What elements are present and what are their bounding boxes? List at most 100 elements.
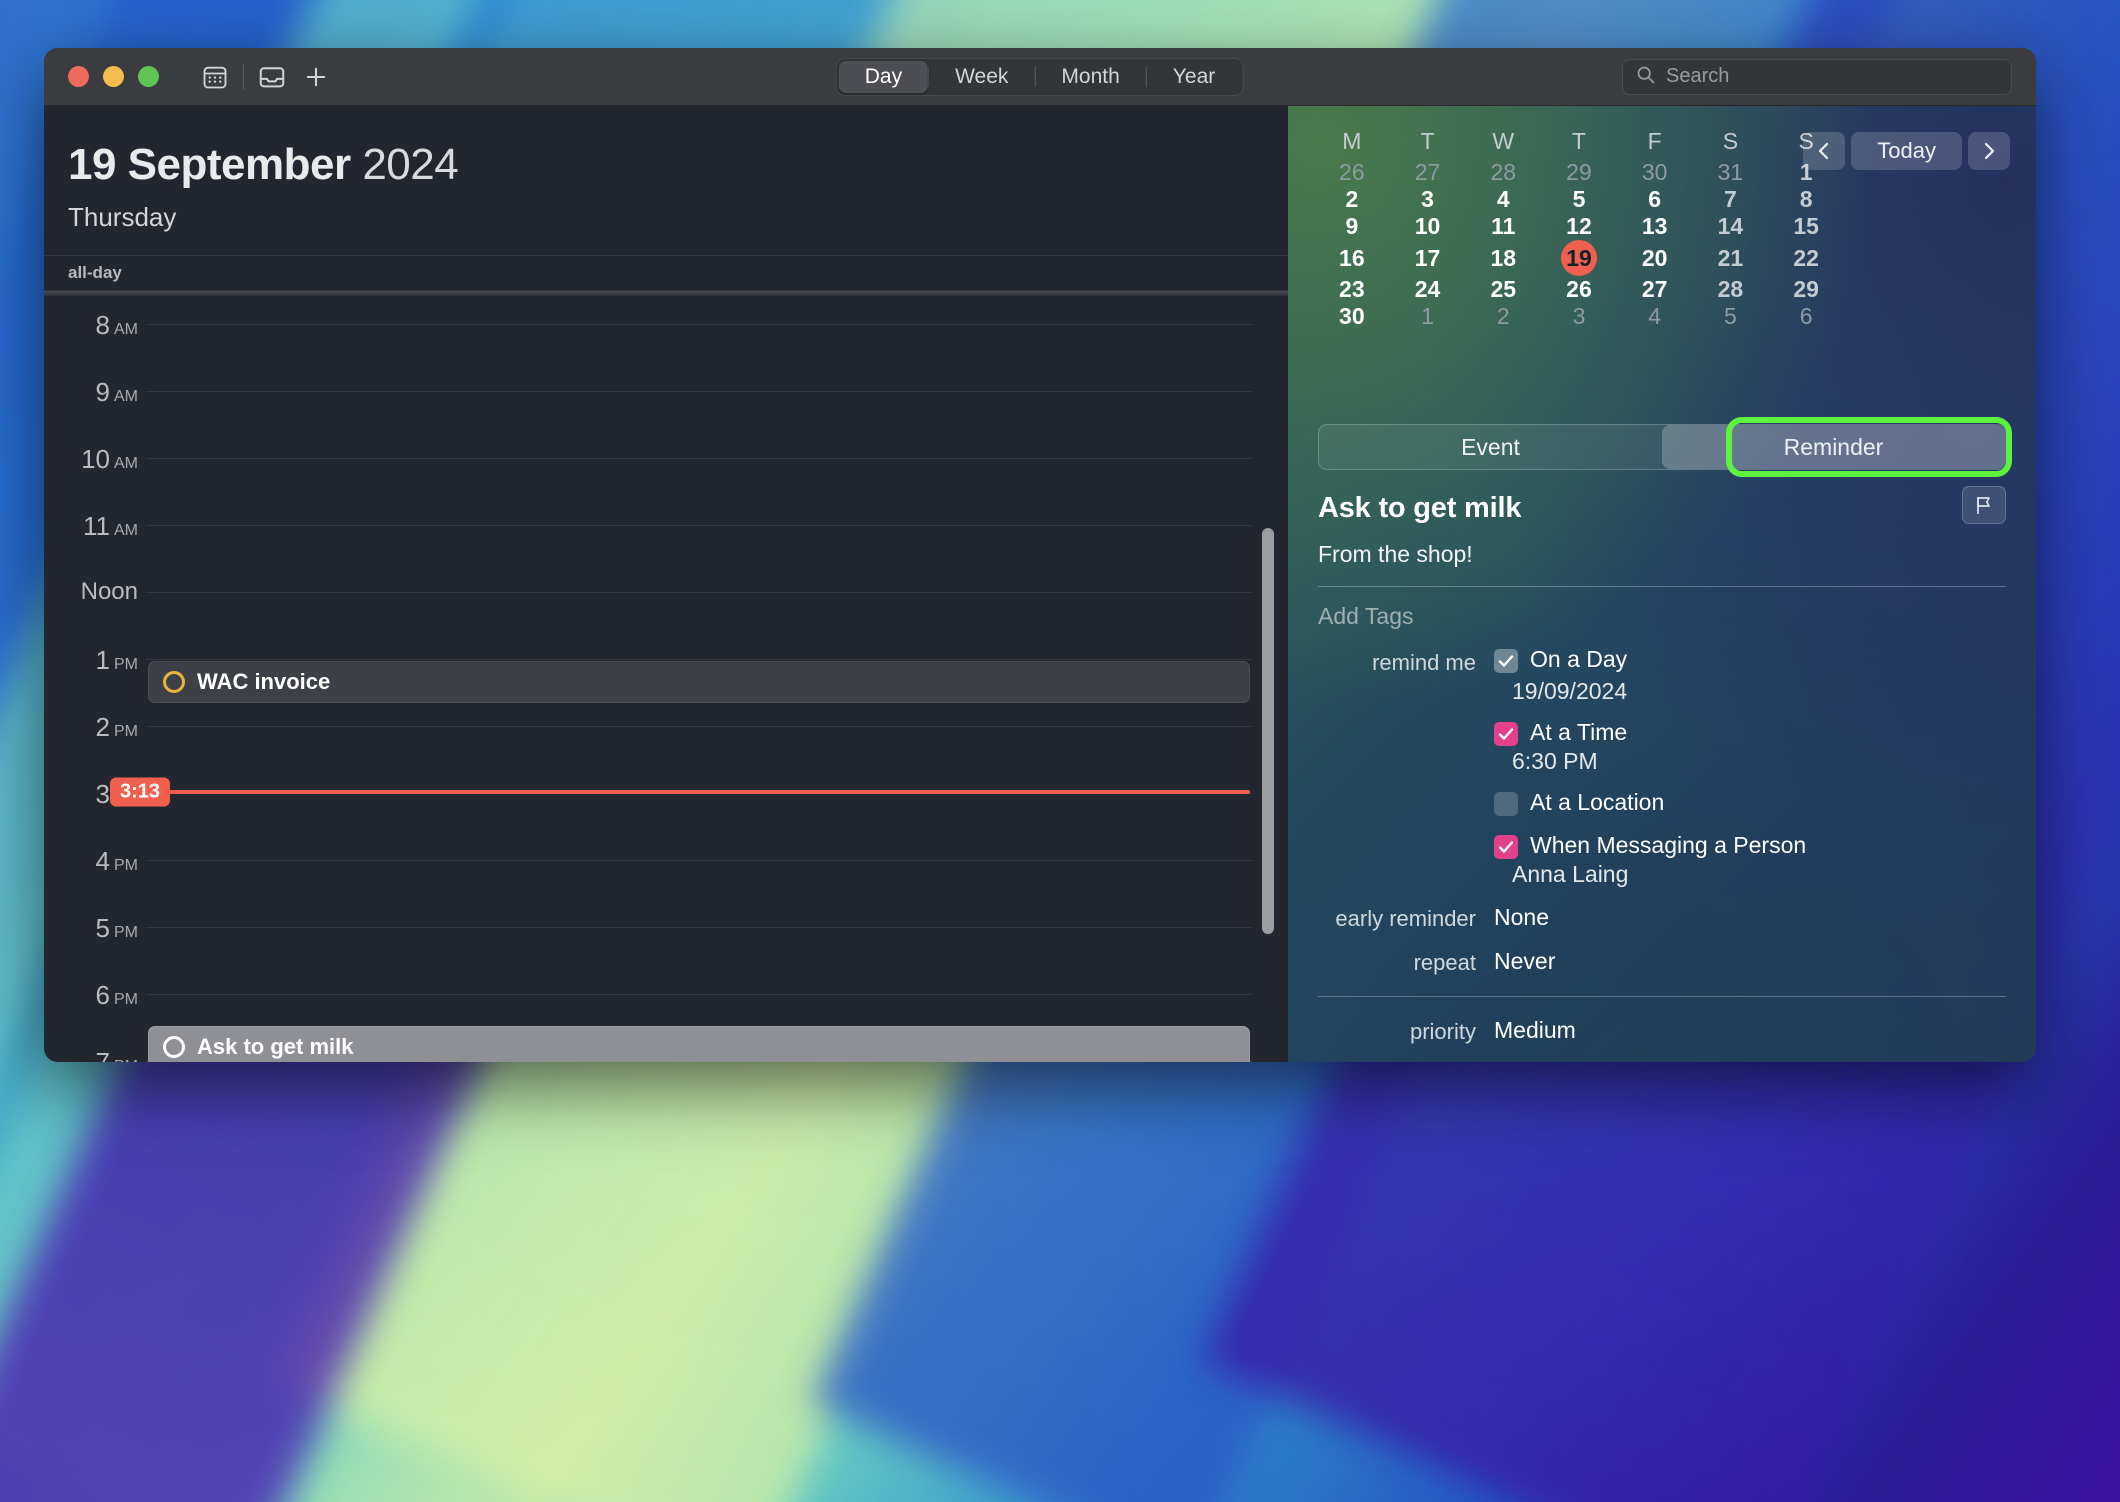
mini-calendar-day[interactable]: 5 [1541,186,1617,213]
remind-on-a-day-date[interactable]: 19/09/2024 [1318,678,2006,705]
hour-row[interactable]: 10 AM [44,444,1288,525]
event-reminder-toggle[interactable]: Event Reminder [1318,424,2006,470]
remind-on-a-day[interactable]: On a Day [1494,646,1627,673]
mini-calendar-day[interactable]: 15 [1768,213,1844,240]
mini-calendar-day[interactable]: 4 [1465,186,1541,213]
mini-calendar-day[interactable]: 6 [1768,303,1844,330]
tab-year[interactable]: Year [1147,61,1241,93]
early-reminder-value[interactable]: None [1494,902,1549,931]
event-ask-to-get-milk[interactable]: Ask to get milk [148,1026,1250,1062]
mini-calendar-day[interactable]: 1 [1390,303,1466,330]
hour-row[interactable]: Noon [44,578,1288,659]
vertical-scrollbar[interactable] [1262,528,1274,935]
mini-calendar-day[interactable]: 12 [1541,213,1617,240]
mini-calendar-day[interactable]: 17 [1390,240,1466,276]
mini-calendar-day[interactable]: 8 [1768,186,1844,213]
mini-calendar-day[interactable]: 27 [1617,276,1693,303]
mini-calendar-day[interactable]: 23 [1314,276,1390,303]
mini-calendar-day[interactable]: 28 [1465,159,1541,186]
mini-calendar-day[interactable]: 5 [1693,303,1769,330]
hour-row[interactable]: 4 PM [44,846,1288,927]
mini-calendar-day[interactable]: 22 [1768,240,1844,276]
mini-calendar-day[interactable]: 31 [1693,159,1769,186]
checkbox-at-a-location[interactable] [1494,792,1518,816]
hour-label: Noon [80,578,138,606]
toggle-reminder[interactable]: Reminder [1662,425,2005,469]
mini-calendar-day[interactable]: 2 [1314,186,1390,213]
mini-calendar-day[interactable]: 18 [1465,240,1541,276]
toggle-event[interactable]: Event [1319,425,1662,469]
view-segmented-control[interactable]: Day Week Month Year [835,57,1245,96]
tab-day[interactable]: Day [838,60,929,93]
checkbox-at-a-time[interactable] [1494,722,1518,746]
hour-row[interactable]: 5 PM [44,913,1288,994]
mini-calendar-day[interactable]: 24 [1390,276,1466,303]
mini-calendar-day-today[interactable]: 19 [1541,240,1617,276]
mini-calendar-day[interactable]: 29 [1768,276,1844,303]
mini-calendar-day[interactable]: 21 [1693,240,1769,276]
tab-month[interactable]: Month [1035,61,1145,93]
close-button[interactable] [68,66,89,87]
repeat-value[interactable]: Never [1494,946,1555,975]
mini-calendar-weekday: T [1571,128,1586,154]
mini-calendar-day[interactable]: 26 [1541,276,1617,303]
hour-row[interactable]: 2 PM [44,712,1288,793]
mini-calendar-day[interactable]: 2 [1465,303,1541,330]
chevron-right-icon[interactable] [1968,132,2010,170]
mini-calendar-day[interactable]: 26 [1314,159,1390,186]
remind-at-a-time-value[interactable]: 6:30 PM [1318,748,2006,775]
mini-calendar-day[interactable]: 20 [1617,240,1693,276]
remind-at-a-location[interactable]: At a Location [1494,789,1664,816]
hour-row[interactable]: 3PM [44,779,1288,860]
hour-label: 1 PM [95,645,138,676]
mini-calendar-day[interactable]: 11 [1465,213,1541,240]
remind-when-messaging-a-person[interactable]: When Messaging a Person [1494,832,1806,859]
today-button[interactable]: Today [1851,132,1962,170]
mini-calendar-day[interactable]: 9 [1314,213,1390,240]
remind-at-a-time[interactable]: At a Time [1494,719,1627,746]
mini-calendar-day[interactable]: 29 [1541,159,1617,186]
inbox-icon[interactable] [250,57,294,97]
mini-calendar-day[interactable]: 30 [1617,159,1693,186]
minimize-button[interactable] [103,66,124,87]
zoom-button[interactable] [138,66,159,87]
mini-calendar-day[interactable]: 7 [1693,186,1769,213]
mini-calendar-day[interactable]: 3 [1541,303,1617,330]
add-tags-field[interactable]: Add Tags [1318,587,2006,646]
mini-calendar-day[interactable]: 6 [1617,186,1693,213]
mini-calendar-day[interactable]: 27 [1390,159,1466,186]
hour-grid[interactable]: 8AM9AM10AM11AMNoon1PM2PM3PM4PM5PM6PM7PM … [44,296,1288,1062]
mini-calendar-day[interactable]: 10 [1390,213,1466,240]
chevron-left-icon[interactable] [1803,132,1846,170]
search-field[interactable]: Search [1622,58,2012,95]
all-day-row[interactable]: all-day [44,255,1288,292]
remind-at-a-location-row: At a Location [1318,789,2006,816]
event-status-circle[interactable] [163,1036,185,1059]
checkbox-on-a-day[interactable] [1494,649,1518,673]
event-status-circle[interactable] [163,671,185,694]
mini-calendar-day[interactable]: 4 [1617,303,1693,330]
add-icon[interactable] [294,57,338,97]
event-wac-invoice[interactable]: WAC invoice [148,661,1250,704]
mini-calendar-day[interactable]: 28 [1693,276,1769,303]
hour-row[interactable]: 9 AM [44,377,1288,458]
flag-icon[interactable] [1962,486,2006,524]
calendar-icon[interactable] [193,57,237,97]
list-value-wrapper[interactable]: Reminders [1494,1059,1632,1062]
reminder-title[interactable]: Ask to get milk [1318,492,2006,525]
mini-calendar-day[interactable]: 3 [1390,186,1466,213]
reminder-note[interactable]: From the shop! [1318,541,2006,568]
hour-row[interactable]: 11 AM [44,511,1288,592]
list-value: Reminders [1521,1061,1632,1062]
mini-calendar-day[interactable]: 30 [1314,303,1390,330]
mini-calendar-day[interactable]: 25 [1465,276,1541,303]
mini-calendar-day[interactable]: 14 [1693,213,1769,240]
repeat-row: repeat Never [1318,946,2006,976]
hour-row[interactable]: 8 AM [44,310,1288,391]
mini-calendar-day[interactable]: 16 [1314,240,1390,276]
tab-week[interactable]: Week [929,61,1034,93]
priority-value[interactable]: Medium [1494,1015,1576,1044]
mini-calendar-day[interactable]: 13 [1617,213,1693,240]
checkbox-when-messaging[interactable] [1494,835,1518,859]
remind-person-name[interactable]: Anna Laing [1318,861,2006,888]
